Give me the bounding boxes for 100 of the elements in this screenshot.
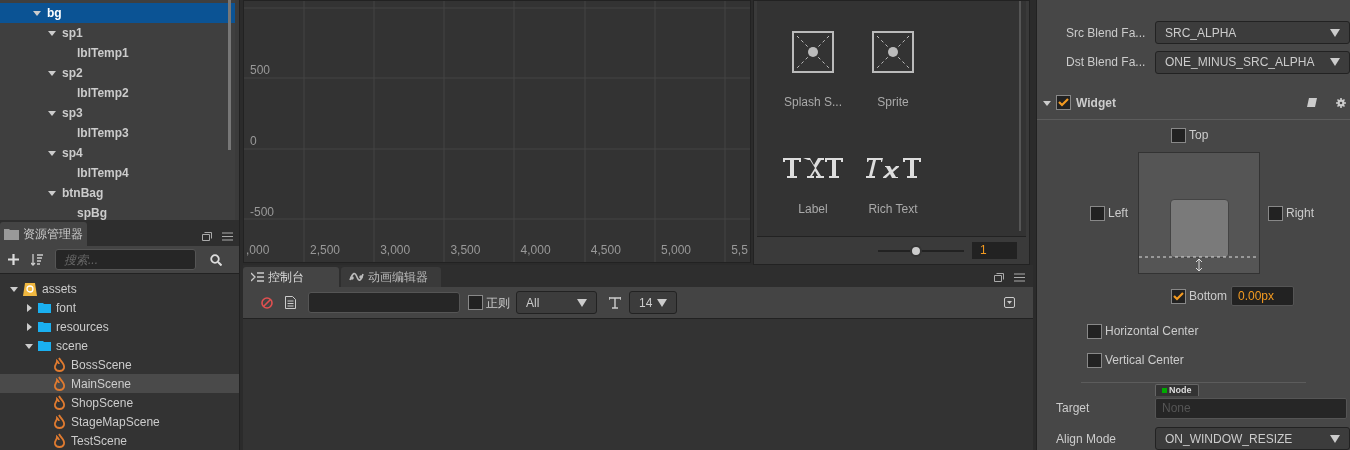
tree-item[interactable]: spBg [0,203,235,221]
asset-item[interactable]: resources [0,317,239,336]
scrollbar[interactable] [228,0,231,150]
node-name: lblTemp3 [77,125,129,142]
caret-icon[interactable] [48,29,56,37]
node-name: sp3 [62,105,83,122]
caret-icon[interactable] [1043,98,1051,107]
node-name: sp2 [62,65,83,82]
asset-name: scene [56,337,89,355]
checkbox[interactable] [1090,205,1105,221]
tree-item[interactable]: sp2 [0,63,235,83]
zoom-field[interactable]: 1 [972,242,1017,259]
flame-icon [53,432,66,449]
dropdown[interactable]: ON_WINDOW_RESIZE [1155,427,1350,450]
tree-item[interactable]: sp4 [0,143,235,163]
caret-icon[interactable] [48,69,56,77]
popout-icon[interactable] [202,232,212,242]
bottom-field[interactable]: 0.00px [1231,286,1294,306]
search-icon[interactable] [210,253,222,266]
tree-item[interactable]: lblTemp3 [0,123,235,143]
dropdown-arrow-icon [1330,28,1340,37]
checkbox[interactable] [1087,352,1102,368]
widget-item[interactable]: Sprite [853,27,933,134]
checkbox[interactable] [1056,95,1071,111]
asset-item[interactable]: BossScene [0,355,239,374]
node-name: spBg [77,205,107,221]
font-size-icon [609,296,621,309]
axis-label: ,000 [246,242,270,259]
zoom-slider[interactable] [878,244,964,257]
caret-icon[interactable] [25,341,33,350]
tree-item[interactable]: btnBag [0,183,235,203]
dropdown-arrow-icon [577,298,587,307]
panel-tab[interactable]: 控制台 [243,267,339,287]
text-icon [783,156,843,180]
asset-item[interactable]: font [0,298,239,317]
type-tag: Node [1155,384,1199,396]
tree-item[interactable]: lblTemp4 [0,163,235,183]
flame-icon [53,356,66,373]
checkbox-label: Left [1108,205,1128,222]
tree-item[interactable]: bg [0,3,235,23]
checkbox[interactable] [1268,205,1283,221]
panel-tab[interactable]: 资源管理器 [0,222,87,247]
asset-item[interactable]: StageMapScene [0,412,239,431]
node-name: sp4 [62,145,83,162]
collapse-icon[interactable] [1004,297,1015,308]
widget-item[interactable]: Rich Text [853,134,933,241]
property-label: Align Mode [1055,430,1118,448]
filter-field[interactable] [308,292,460,313]
axis-label: 5,000 [661,242,692,259]
widget-item[interactable]: Splash S... [773,27,853,134]
scene-canvas[interactable]: 500 0 -500 ,000 2,500 3,000 3,500 4,000 4,500 5,000 5,5 [243,0,751,263]
popout-icon[interactable] [994,273,1004,282]
dropdown[interactable]: ONE_MINUS_SRC_ALPHA [1155,50,1350,74]
caret-icon[interactable] [33,9,41,17]
panel-tab[interactable]: 动画编辑器 [341,267,441,287]
tree-item[interactable]: lblTemp1 [0,43,235,63]
tree-item[interactable]: lblTemp2 [0,83,235,103]
menu-icon[interactable] [1014,273,1025,282]
image-icon [872,31,914,73]
axis-label: 2,500 [310,242,341,259]
asset-item[interactable]: scene [0,336,239,355]
caret-icon[interactable] [48,189,56,197]
scrollbar[interactable] [1019,1,1021,231]
asset-item[interactable]: ShopScene [0,393,239,412]
checkbox[interactable] [468,295,483,310]
flame-icon [53,413,66,430]
axis-label: 4,000 [520,242,551,259]
asset-item[interactable]: TestScene [0,431,239,450]
clear-icon[interactable] [261,296,273,309]
checkbox-label: Vertical Center [1105,352,1184,369]
asset-name: font [56,299,76,317]
flame-icon [53,375,66,392]
node-name: lblTemp2 [77,85,129,102]
asset-name: MainScene [71,375,132,393]
image-icon [792,31,834,73]
plus-icon[interactable] [8,254,19,266]
settings-icon[interactable] [1336,97,1346,108]
caret-icon[interactable] [10,284,18,293]
caret-icon[interactable] [25,322,33,331]
sort-icon[interactable] [31,253,43,266]
tree-item[interactable]: sp3 [0,103,235,123]
widget-item[interactable]: Label [773,134,853,241]
search-field[interactable]: 搜索... [55,249,196,271]
menu-icon[interactable] [222,232,233,242]
property-label: Target [1055,400,1091,417]
document-icon[interactable] [285,296,296,309]
caret-icon[interactable] [25,303,33,312]
checkbox[interactable] [1171,288,1186,304]
node-name: lblTemp4 [77,165,129,182]
asset-item[interactable]: MainScene [0,374,239,393]
property-label: Dst Blend Fa... [1065,54,1147,72]
caret-icon[interactable] [48,109,56,117]
tree-item[interactable]: sp1 [0,23,235,43]
dropdown[interactable]: All [516,291,597,314]
checkbox[interactable] [1171,127,1186,143]
caret-icon[interactable] [48,149,56,157]
dropdown[interactable]: SRC_ALPHA [1155,21,1350,45]
checkbox[interactable] [1087,323,1102,339]
asset-item[interactable]: assets [0,279,239,298]
dropdown[interactable]: 14 [629,291,677,314]
